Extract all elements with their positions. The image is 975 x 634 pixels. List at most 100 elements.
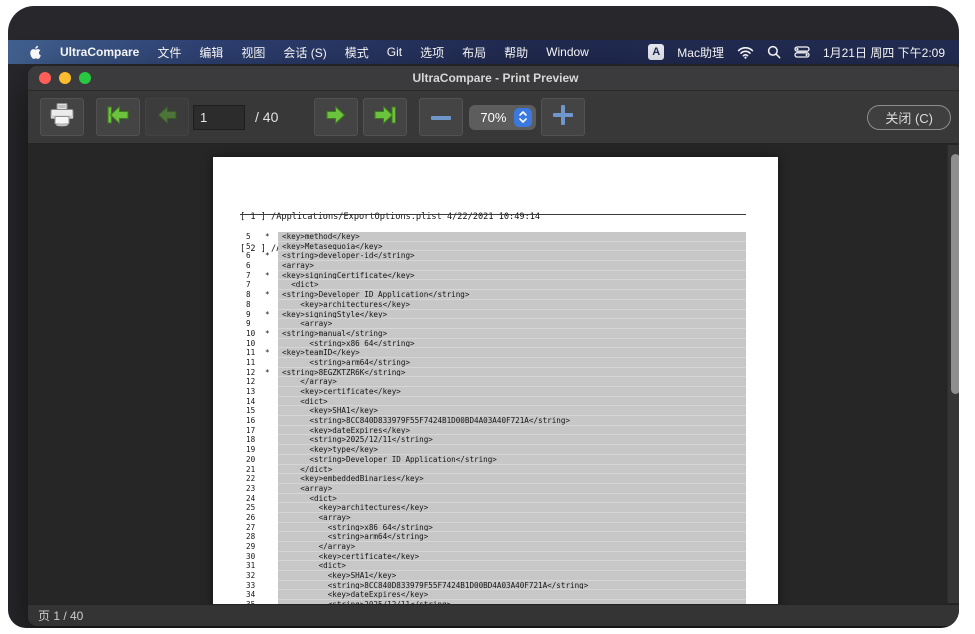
line-text: <string>8CC840D833979F55F7424B1D00BD4A03… — [278, 416, 746, 426]
menu-item-4[interactable]: 会话 (S) — [274, 44, 335, 61]
line-text: <key>method</key> — [278, 232, 746, 242]
first-page-button[interactable] — [96, 98, 140, 136]
line-text: <string>x86_64</string> — [278, 523, 746, 533]
line-number: 23 — [246, 484, 265, 494]
menu-item-2[interactable]: 编辑 — [190, 44, 232, 61]
line-number: 10 — [246, 329, 265, 339]
line-number: 5 — [246, 242, 265, 252]
line-number: 14 — [246, 397, 265, 407]
diff-marker — [265, 377, 278, 387]
assistant-label[interactable]: Mac助理 — [677, 44, 724, 61]
menu-item-8[interactable]: 布局 — [453, 44, 495, 61]
code-line-row: 11 <string>arm64</string> — [246, 358, 746, 368]
diff-marker — [265, 319, 278, 329]
next-page-button[interactable] — [314, 98, 358, 136]
code-line-row: 29 </array> — [246, 542, 746, 552]
diff-marker — [265, 406, 278, 416]
line-text: <string>x86_64</string> — [278, 339, 746, 349]
search-icon[interactable] — [767, 45, 781, 59]
line-number: 34 — [246, 590, 265, 600]
diff-marker — [265, 474, 278, 484]
close-preview-button[interactable]: 关闭 (C) — [867, 105, 951, 130]
code-line-row: 12 * <string>8EGZKTZR6K</string> — [246, 368, 746, 378]
code-line-row: 18 <string>2025/12/11</string> — [246, 435, 746, 445]
line-number: 6 — [246, 251, 265, 261]
line-text: <string>arm64</string> — [278, 532, 746, 542]
menu-item-6[interactable]: Git — [378, 45, 411, 59]
scrollbar-thumb[interactable] — [951, 154, 959, 394]
code-line-row: 26 <array> — [246, 513, 746, 523]
diff-marker — [265, 242, 278, 252]
code-line-row: 22 <key>embeddedBinaries</key> — [246, 474, 746, 484]
menu-item-9[interactable]: 帮助 — [495, 44, 537, 61]
plus-icon — [552, 104, 574, 131]
line-text: <key>signingStyle</key> — [278, 310, 746, 320]
window-titlebar[interactable]: UltraCompare - Print Preview — [28, 66, 959, 91]
minimize-window-button[interactable] — [59, 72, 71, 84]
page-indicator: 页 1 / 40 — [38, 607, 83, 624]
zoom-level-select[interactable]: 70% — [469, 105, 536, 130]
line-number: 26 — [246, 513, 265, 523]
menu-item-1[interactable]: 文件 — [148, 44, 190, 61]
diff-marker — [265, 581, 278, 591]
print-button[interactable] — [40, 98, 84, 136]
line-text: <key>signingCertificate</key> — [278, 271, 746, 281]
line-text: <string>arm64</string> — [278, 358, 746, 368]
first-page-arrow-icon — [105, 104, 131, 131]
code-line-row: 8 <key>architectures</key> — [246, 300, 746, 310]
prev-page-button[interactable] — [145, 98, 189, 136]
code-line-row: 7 * <key>signingCertificate</key> — [246, 271, 746, 281]
code-line-row: 9 <array> — [246, 319, 746, 329]
desktop-screen: UltraCompare文件编辑视图会话 (S)模式Git选项布局帮助Windo… — [8, 6, 959, 628]
line-text: <key>type</key> — [278, 445, 746, 455]
line-number: 32 — [246, 571, 265, 581]
minus-icon — [430, 108, 452, 126]
menubar-clock[interactable]: 1月21日 周四 下午2:09 — [823, 44, 945, 61]
wifi-icon[interactable] — [737, 46, 754, 59]
line-text: <key>certificate</key> — [278, 552, 746, 562]
line-number: 8 — [246, 290, 265, 300]
code-line-row: 9 * <key>signingStyle</key> — [246, 310, 746, 320]
page-number-input[interactable] — [193, 105, 245, 130]
menu-item-0[interactable]: UltraCompare — [51, 45, 148, 59]
input-method-badge[interactable]: A — [648, 44, 664, 60]
apple-logo-icon[interactable] — [22, 45, 51, 60]
diff-marker — [265, 532, 278, 542]
code-line-row: 5 <key>Metasequoia</key> — [246, 242, 746, 252]
zoom-out-button[interactable] — [419, 98, 463, 136]
line-text: <key>Metasequoia</key> — [278, 242, 746, 252]
line-number: 7 — [246, 280, 265, 290]
diff-marker — [265, 542, 278, 552]
menu-item-5[interactable]: 模式 — [336, 44, 378, 61]
diff-marker — [265, 600, 278, 604]
menu-item-10[interactable]: Window — [537, 45, 598, 59]
code-line-row: 6 <array> — [246, 261, 746, 271]
menu-item-3[interactable]: 视图 — [232, 44, 274, 61]
last-page-button[interactable] — [363, 98, 407, 136]
control-center-icon[interactable] — [794, 46, 810, 58]
menu-item-7[interactable]: 选项 — [411, 44, 453, 61]
diff-marker — [265, 435, 278, 445]
close-window-button[interactable] — [39, 72, 51, 84]
document-page: [ 1 ] /Applications/ExportOptions.plist … — [213, 157, 778, 604]
diff-marker — [265, 503, 278, 513]
line-number: 6 — [246, 261, 265, 271]
line-number: 12 — [246, 368, 265, 378]
line-number: 5 — [246, 232, 265, 242]
line-text: <string>8CC840D833979F55F7424B1D00BD4A03… — [278, 581, 746, 591]
zoom-window-button[interactable] — [79, 72, 91, 84]
line-text: <dict> — [278, 561, 746, 571]
diff-marker — [265, 416, 278, 426]
line-number: 19 — [246, 445, 265, 455]
vertical-scrollbar[interactable] — [947, 145, 959, 603]
menubar-menus: UltraCompare文件编辑视图会话 (S)模式Git选项布局帮助Windo… — [22, 44, 598, 61]
zoom-in-button[interactable] — [541, 98, 585, 136]
traffic-lights — [39, 72, 91, 84]
diff-marker — [265, 261, 278, 271]
code-line-row: 35 <string>2025/12/11</string> — [246, 600, 746, 604]
diff-marker — [265, 465, 278, 475]
window-title: UltraCompare - Print Preview — [412, 71, 578, 85]
code-line-row: 11 * <key>teamID</key> — [246, 348, 746, 358]
line-number: 11 — [246, 358, 265, 368]
line-text: <key>SHA1</key> — [278, 406, 746, 416]
